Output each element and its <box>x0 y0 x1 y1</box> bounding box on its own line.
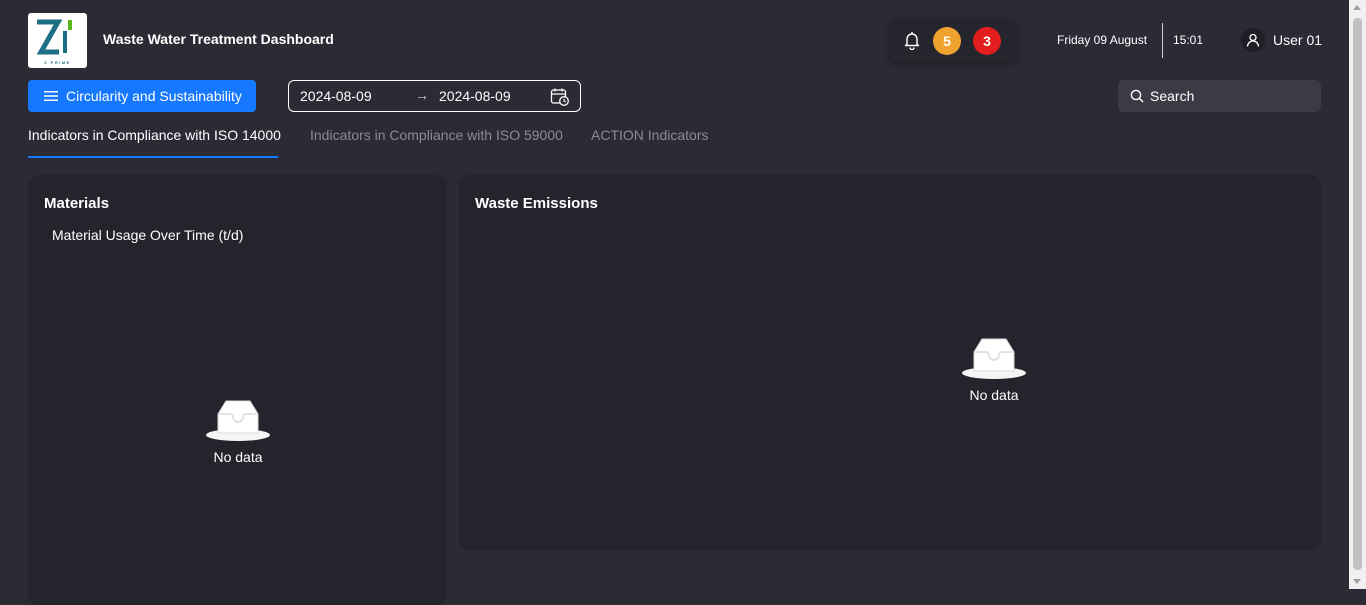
date-range-picker[interactable]: 2024-08-09 → 2024-08-09 <box>288 80 581 112</box>
scrollbar-thumb[interactable] <box>1353 18 1362 570</box>
category-menu-label: Circularity and Sustainability <box>66 88 242 104</box>
tab-action-indicators[interactable]: ACTION Indicators <box>591 127 708 143</box>
scroll-up-icon[interactable] <box>1353 5 1361 10</box>
scroll-down-icon[interactable] <box>1353 579 1361 584</box>
empty-inbox-icon <box>206 400 270 441</box>
current-date: Friday 09 August <box>1057 33 1148 47</box>
current-time: 15:01 <box>1173 33 1204 47</box>
waste-no-data: No data <box>969 387 1019 403</box>
search-placeholder: Search <box>1150 88 1195 104</box>
active-tab-indicator <box>28 156 278 158</box>
app-title: Waste Water Treatment Dashboard <box>103 31 334 47</box>
tab-iso-59000[interactable]: Indicators in Compliance with ISO 59000 <box>310 127 563 143</box>
category-menu-button[interactable]: Circularity and Sustainability <box>28 80 256 112</box>
user-icon <box>1246 33 1260 47</box>
alert-count-badge[interactable]: 3 <box>973 27 1001 55</box>
date-end-input[interactable]: 2024-08-09 <box>439 88 511 104</box>
materials-empty-state: No data <box>188 400 288 465</box>
calendar-clock-icon[interactable] <box>550 87 570 107</box>
menu-icon <box>44 91 58 101</box>
search-input[interactable]: Search <box>1118 80 1321 112</box>
avatar[interactable] <box>1241 28 1265 52</box>
warning-count-badge[interactable]: 5 <box>933 27 961 55</box>
bell-icon[interactable] <box>903 30 921 50</box>
empty-inbox-icon <box>962 338 1026 379</box>
materials-card: Materials Material Usage Over Time (t/d)… <box>28 175 447 605</box>
materials-no-data: No data <box>213 449 263 465</box>
user-name[interactable]: User 01 <box>1273 32 1322 48</box>
header-divider <box>1162 23 1163 58</box>
page-scrollbar[interactable] <box>1349 0 1366 589</box>
date-start-input[interactable]: 2024-08-09 <box>300 88 372 104</box>
date-separator-arrow: → <box>415 87 429 103</box>
waste-card-title: Waste Emissions <box>475 195 598 212</box>
waste-emissions-card: Waste Emissions No data <box>459 175 1321 551</box>
logo[interactable]: Z PRIME <box>28 13 87 68</box>
materials-chart-title: Material Usage Over Time (t/d) <box>52 227 244 243</box>
search-icon <box>1130 89 1144 103</box>
notification-panel[interactable]: 5 3 <box>889 18 1017 62</box>
materials-card-title: Materials <box>44 195 110 212</box>
logo-text: Z PRIME <box>44 60 71 65</box>
waste-empty-state: No data <box>944 338 1044 403</box>
tab-iso-14000[interactable]: Indicators in Compliance with ISO 14000 <box>28 127 281 143</box>
